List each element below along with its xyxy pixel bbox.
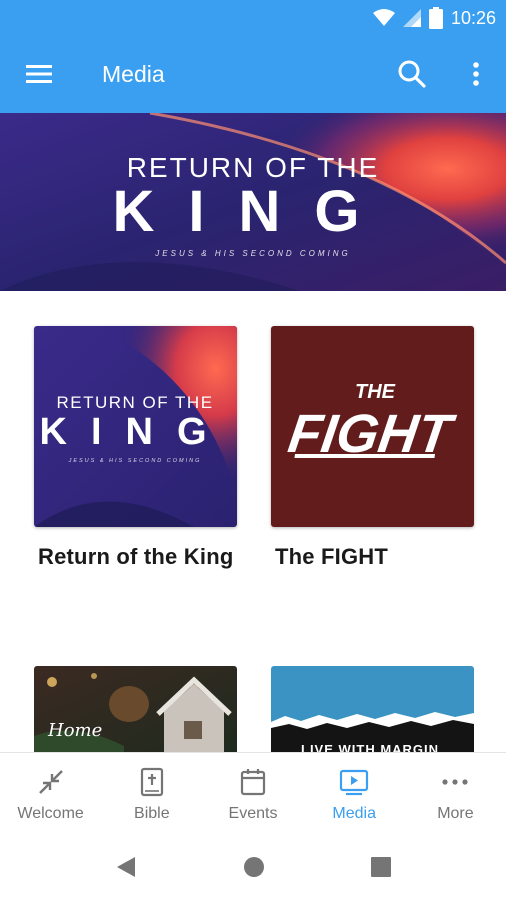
hamburger-icon [26, 65, 52, 83]
hero-artwork: RETURN OF THE KING JESUS & HIS SECOND CO… [0, 113, 506, 291]
cell-signal-icon [402, 9, 421, 27]
menu-button[interactable] [24, 60, 56, 88]
home-icon[interactable] [241, 854, 267, 880]
nav-item-media[interactable]: Media [304, 753, 405, 832]
card-art-line1: RETURN OF THE [56, 393, 213, 412]
app-title: Media [102, 61, 165, 87]
bottom-navigation: Welcome Bible Events Media More [0, 752, 506, 832]
card-art-tagline: JESUS & HIS SECOND COMING [68, 458, 202, 464]
status-bar: 10:26 [0, 0, 506, 36]
nav-item-more[interactable]: More [405, 753, 506, 832]
hero-tagline: JESUS & HIS SECOND COMING [154, 249, 350, 258]
status-icons: 10:26 [372, 6, 496, 30]
nav-item-events[interactable]: Events [202, 753, 303, 832]
featured-series-banner[interactable]: RETURN OF THE KING JESUS & HIS SECOND CO… [0, 113, 506, 291]
system-navigation-bar [0, 832, 506, 900]
card-artwork: RETURN OF THE KING JESUS & HIS SECOND CO… [34, 326, 237, 527]
media-play-icon [340, 769, 369, 796]
collapse-arrows-icon [38, 770, 63, 794]
wifi-icon [372, 9, 395, 26]
nav-label: Media [332, 805, 376, 822]
recents-icon[interactable] [368, 854, 394, 880]
card-art-text: Home [47, 720, 102, 741]
hero-line2: KING [113, 179, 394, 244]
card-title: The FIGHT [275, 544, 389, 569]
nav-item-bible[interactable]: Bible [101, 753, 202, 832]
nav-label: Events [228, 805, 278, 822]
app-bar: Media [0, 36, 506, 113]
nav-label: Welcome [17, 805, 84, 822]
card-artwork: LIVE WITH MARGIN [271, 666, 474, 756]
calendar-icon [240, 769, 266, 796]
bible-icon [140, 767, 163, 797]
search-button[interactable] [396, 58, 428, 90]
nav-label: More [437, 805, 474, 822]
nav-item-welcome[interactable]: Welcome [0, 753, 101, 832]
card-art-line1: THE [355, 381, 396, 403]
back-icon[interactable] [113, 854, 139, 880]
status-time: 10:26 [450, 7, 496, 28]
battery-icon [428, 7, 443, 29]
card-artwork: Home [34, 666, 237, 756]
nav-label: Bible [134, 805, 170, 822]
card-title: Return of the King [38, 544, 234, 569]
card-art-line2: KING [40, 411, 231, 453]
more-horizontal-icon [442, 779, 469, 785]
card-artwork: THE FIGHT [271, 326, 474, 527]
more-vertical-icon [473, 62, 479, 86]
search-icon [398, 60, 426, 88]
overflow-menu-button[interactable] [466, 58, 486, 90]
